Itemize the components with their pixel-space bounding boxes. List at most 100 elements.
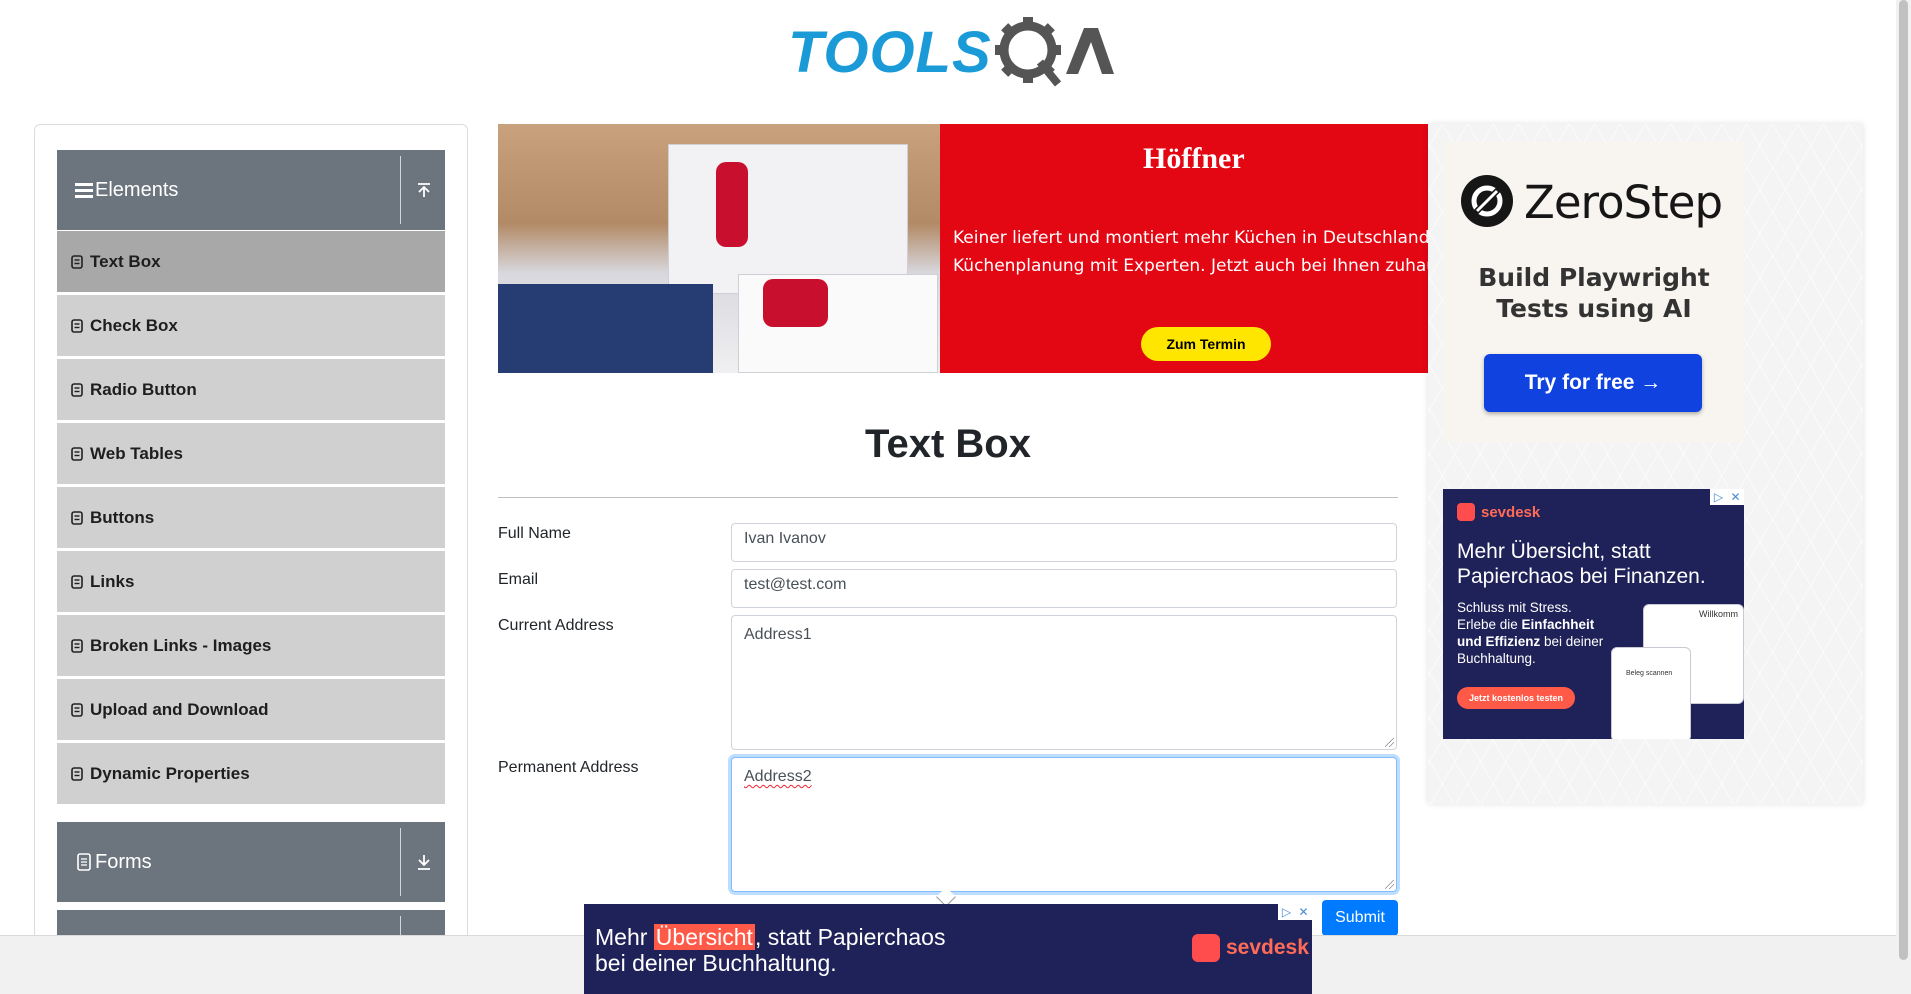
bottom-ad-text: Mehr — [595, 924, 654, 950]
ad-close-icon[interactable]: ✕ — [1727, 489, 1744, 505]
collapse-arrow-icon[interactable] — [412, 178, 436, 202]
ad-choices-chip[interactable]: ▷ ✕ — [1710, 489, 1744, 505]
full-name-input[interactable]: Ivan Ivanov — [731, 523, 1397, 562]
sevdesk-brand: sevdesk — [1192, 934, 1309, 962]
bottom-ad-copy: Mehr Übersicht, statt Papierchaos bei de… — [595, 924, 945, 976]
sevdesk-logo-icon — [1192, 934, 1220, 962]
zerostep-tagline-line2: Tests using AI — [1496, 294, 1692, 323]
sidebar-item-label: Text Box — [90, 251, 161, 271]
sidebar-item-web-tables[interactable]: Web Tables — [57, 423, 445, 485]
scrollbar-thumb[interactable] — [1899, 0, 1908, 960]
sidebar-item-label: Links — [90, 571, 135, 591]
sidebar-item-broken-links-images[interactable]: Broken Links - Images — [57, 615, 445, 677]
page-title: Text Box — [865, 422, 1031, 466]
toolsqa-logo[interactable]: TOOLS — [788, 14, 1114, 90]
sidebar-item-label: Dynamic Properties — [90, 763, 250, 783]
sevdesk-headline-line1: Mehr Übersicht, statt — [1457, 540, 1651, 563]
permanent-address-textarea[interactable]: Address2 — [731, 757, 1397, 892]
zerostep-name: ZeroStep — [1524, 176, 1723, 229]
sidebar-item-links[interactable]: Links — [57, 551, 445, 613]
sevdesk-brand-text: sevdesk — [1226, 936, 1309, 959]
current-address-textarea[interactable]: Address1 — [731, 615, 1397, 750]
ad-choices-chip[interactable]: ▷ ✕ — [1278, 904, 1312, 920]
sidebar-item-label: Upload and Download — [90, 699, 269, 719]
ad-close-icon[interactable]: ✕ — [1295, 904, 1312, 920]
form-icon — [77, 853, 91, 871]
sevdesk-body: Schluss mit Stress. Erlebe die Einfachhe… — [1457, 599, 1627, 667]
zerostep-logo-icon — [1461, 175, 1513, 227]
current-address-value: Address1 — [744, 626, 812, 643]
document-icon — [71, 318, 83, 333]
gear-q-a-icon — [994, 17, 1114, 87]
sidebar-item-label: Check Box — [90, 315, 178, 335]
sidebar-item-label: Web Tables — [90, 443, 183, 463]
group-header-forms[interactable]: Forms — [57, 822, 445, 902]
sidebar-item-buttons[interactable]: Buttons — [57, 487, 445, 549]
sidebar-item-upload-and-download[interactable]: Upload and Download — [57, 679, 445, 741]
current-address-label: Current Address — [498, 617, 614, 634]
sidebar-item-label: Radio Button — [90, 379, 197, 399]
group-header-elements[interactable]: Elements — [57, 150, 445, 230]
email-input[interactable]: test@test.com — [731, 569, 1397, 608]
sevdesk-headline: Mehr Übersicht, statt Papierchaos bei Fi… — [1457, 539, 1742, 589]
bottom-ad-text: , statt Papierchaos — [754, 924, 946, 950]
banner-ad-copy-line2: Küchenplanung mit Experten. Jetzt auch b… — [953, 256, 1428, 276]
permanent-address-label: Permanent Address — [498, 759, 639, 776]
left-sidebar: Elements Text Box Check Box Radio Button… — [34, 124, 468, 994]
right-ad-column: ZeroStep Build Playwright Tests using AI… — [1428, 124, 1863, 804]
hoffner-banner-ad[interactable]: Höffner Keiner liefert und montiert mehr… — [498, 124, 1428, 373]
list-icon — [75, 183, 93, 198]
title-divider — [498, 497, 1398, 498]
document-icon — [71, 766, 83, 781]
email-value: test@test.com — [744, 576, 847, 593]
document-icon — [71, 510, 83, 525]
expand-arrow-icon[interactable] — [412, 850, 436, 874]
sevdesk-body-text: Erlebe die — [1457, 617, 1522, 632]
zerostep-tagline: Build Playwright Tests using AI — [1444, 262, 1744, 324]
document-icon — [71, 254, 83, 269]
app-mockup-text: Willkomm — [1699, 609, 1738, 619]
ad-info-icon[interactable]: ▷ — [1710, 489, 1727, 505]
bottom-ad-highlight: Übersicht — [653, 924, 755, 950]
sidebar-item-text-box[interactable]: Text Box — [57, 231, 445, 293]
zum-termin-button[interactable]: Zum Termin — [1141, 327, 1271, 361]
email-label: Email — [498, 571, 539, 588]
sidebar-item-radio-button[interactable]: Radio Button — [57, 359, 445, 421]
sevdesk-bottom-ad[interactable]: ▷ ✕ Mehr Übersicht, statt Papierchaos be… — [584, 904, 1312, 994]
sidebar-item-label: Broken Links - Images — [90, 635, 272, 655]
header-divider — [400, 828, 401, 896]
zerostep-ad[interactable]: ZeroStep Build Playwright Tests using AI… — [1444, 142, 1744, 442]
hoffner-logo: Höffner — [1143, 142, 1245, 175]
sidebar-item-dynamic-properties[interactable]: Dynamic Properties — [57, 743, 445, 805]
document-icon — [71, 446, 83, 461]
banner-ad-copy-line1: Keiner liefert und montiert mehr Küchen … — [953, 228, 1428, 248]
resize-handle-icon[interactable] — [1385, 738, 1394, 747]
page-scrollbar[interactable] — [1896, 0, 1911, 994]
sevdesk-brand: sevdesk — [1457, 503, 1540, 521]
logo-tools-text: TOOLS — [788, 19, 992, 85]
zerostep-tagline-line1: Build Playwright — [1478, 263, 1710, 292]
sevdesk-body-bold: und Effizienz — [1457, 634, 1541, 649]
group-label-elements: Elements — [95, 178, 179, 201]
kitchen-photo — [498, 124, 940, 373]
group-label-forms: Forms — [95, 850, 152, 873]
sevdesk-body-bold: Einfachheit — [1521, 617, 1595, 632]
document-icon — [71, 638, 83, 653]
ad-info-icon[interactable]: ▷ — [1278, 904, 1295, 920]
permanent-address-value: Address2 — [744, 768, 812, 785]
header-divider — [400, 156, 401, 224]
full-name-value: Ivan Ivanov — [744, 530, 826, 547]
sevdesk-brand-text: sevdesk — [1481, 503, 1541, 521]
sevdesk-body-line1: Schluss mit Stress. — [1457, 600, 1572, 615]
try-for-free-button[interactable]: Try for free → — [1484, 354, 1702, 412]
jetzt-testen-button[interactable]: Jetzt kostenlos testen — [1457, 687, 1575, 709]
resize-handle-icon[interactable] — [1385, 880, 1394, 889]
phone-mockup-text: Beleg scannen — [1626, 670, 1673, 677]
submit-button[interactable]: Submit — [1322, 900, 1398, 936]
document-icon — [71, 574, 83, 589]
banner-ad-copy: Keiner liefert und montiert mehr Küchen … — [953, 224, 1428, 280]
full-name-label: Full Name — [498, 525, 571, 542]
sidebar-item-check-box[interactable]: Check Box — [57, 295, 445, 357]
sevdesk-body-line4: Buchhaltung. — [1457, 651, 1536, 666]
sevdesk-side-ad[interactable]: ▷ ✕ sevdesk Mehr Übersicht, statt Papier… — [1443, 489, 1744, 739]
